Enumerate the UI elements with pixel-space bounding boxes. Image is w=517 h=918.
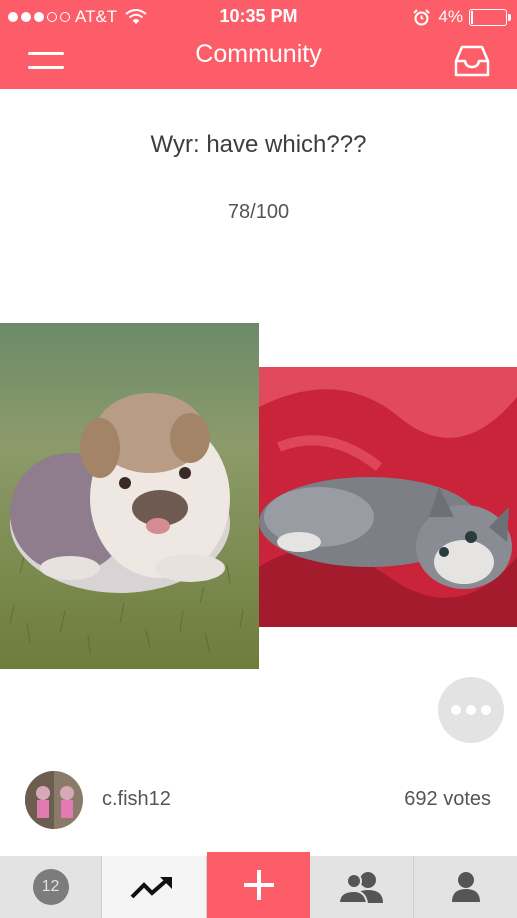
option-left-photo[interactable] [0, 323, 259, 669]
battery-icon [469, 8, 511, 26]
poll-question: Wyr: have which??? [150, 131, 367, 158]
author-username[interactable]: c.fish12 [102, 788, 171, 811]
avatar[interactable] [25, 771, 83, 829]
trending-icon [130, 877, 172, 899]
tab-notifications[interactable]: 12 [0, 856, 102, 918]
option-right-photo[interactable] [259, 367, 517, 627]
tab-bar: 12 [0, 852, 517, 918]
status-right: 4% [413, 7, 511, 27]
alarm-icon [413, 8, 431, 25]
avatar-image [25, 771, 83, 829]
profile-icon [451, 872, 480, 902]
battery-percent: 4% [438, 7, 463, 26]
tab-groups[interactable] [310, 856, 414, 918]
plus-icon [243, 870, 274, 900]
notification-badge: 12 [32, 869, 69, 905]
kitten-image [259, 367, 517, 627]
puppy-image [0, 323, 259, 669]
app-header: AT&T 10:35 PM 4% Community [0, 0, 517, 89]
vote-count: 692 votes [404, 788, 491, 810]
more-options-button[interactable] [438, 677, 504, 743]
poll-score: 78/100 [227, 201, 290, 223]
page-title: Community [195, 40, 322, 68]
inbox-icon[interactable] [454, 44, 490, 78]
tab-profile[interactable] [414, 856, 517, 918]
status-bar: AT&T 10:35 PM 4% [0, 0, 517, 34]
tab-trending[interactable] [102, 856, 207, 918]
tab-create[interactable] [207, 852, 310, 918]
group-icon [337, 872, 383, 904]
